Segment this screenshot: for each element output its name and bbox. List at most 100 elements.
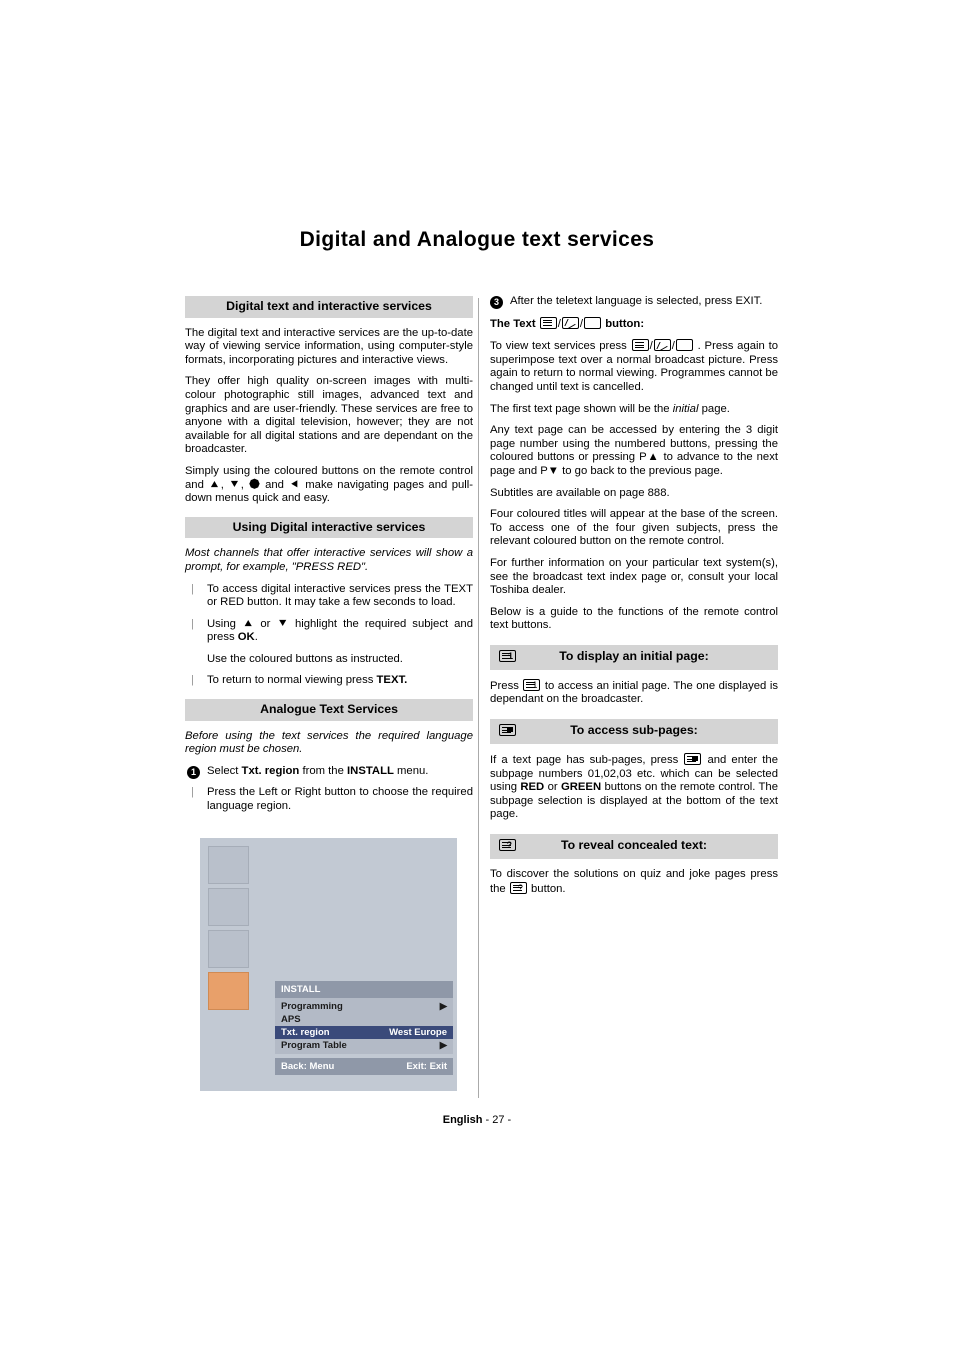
osd-footer-exit: Exit: Exit bbox=[406, 1061, 447, 1072]
list-item-return-normal: | To return to normal viewing press TEXT… bbox=[185, 674, 473, 688]
step-2: | Press the Left or Right button to choo… bbox=[185, 786, 473, 813]
document-page: Digital and Analogue text services Digit… bbox=[0, 0, 954, 1350]
paragraph-view-text-services: To view text services press / / . Press a… bbox=[490, 339, 778, 393]
osd-row-txt-region[interactable]: Txt. region West Europe bbox=[275, 1026, 453, 1039]
tools-icon bbox=[208, 930, 249, 968]
step-2-text: Press the Left or Right button to choose… bbox=[207, 786, 473, 813]
nav-text-mid: and bbox=[265, 478, 284, 491]
para-first-post: page. bbox=[701, 402, 730, 415]
osd-row-label: Programming bbox=[281, 1001, 343, 1012]
paragraph-initial-page: Press to access an initial page. The one… bbox=[490, 678, 778, 707]
column-divider bbox=[478, 298, 479, 1098]
osd-row-aps[interactable]: APS bbox=[275, 1013, 453, 1026]
paragraph-using-digital-intro: Most channels that offer interactive ser… bbox=[185, 547, 473, 573]
section-heading-sub-pages-label: To access sub-pages: bbox=[570, 723, 698, 738]
list-bullet-icon: | bbox=[191, 617, 194, 630]
osd-menu-rows: Programming ▶ APS Txt. region West Europ… bbox=[275, 998, 453, 1054]
osd-row-label: Program Table bbox=[281, 1040, 347, 1051]
list-item-using-ok: OK bbox=[237, 631, 255, 644]
sub-pages-body-pre: If a text page has sub-pages, press bbox=[490, 754, 679, 767]
step-number-3-icon: 3 bbox=[490, 294, 504, 309]
paragraph-analogue-intro: Before using the text services the requi… bbox=[185, 729, 473, 756]
list-item-using-highlight: | Using ⯅ or ⯆ highlight the required su… bbox=[191, 616, 473, 644]
arrow-up-icon: ⯅ bbox=[209, 477, 220, 493]
osd-menu-title: INSTALL bbox=[275, 981, 453, 998]
page-footer: English - 27 - bbox=[0, 1114, 954, 1126]
list-item-access-digital: | To access digital interactive services… bbox=[185, 583, 473, 610]
list-item-using-or: or bbox=[260, 617, 271, 630]
footer-language: English bbox=[442, 1114, 483, 1126]
arrow-up-icon: ⯅ bbox=[242, 616, 254, 632]
text-mix-key-icon bbox=[561, 316, 579, 329]
paragraph-navigation: Simply using the coloured buttons on the… bbox=[185, 464, 474, 505]
reveal-text-key-icon bbox=[509, 881, 527, 895]
paragraph-coloured-titles: Four coloured titles will appear at the … bbox=[490, 508, 778, 548]
page-title: Digital and Analogue text services bbox=[299, 228, 655, 251]
osd-row-value: ▶ bbox=[439, 1001, 447, 1012]
section-heading-initial-page: To display an initial page: bbox=[490, 644, 778, 670]
list-item-coloured-buttons-text: Use the coloured buttons as instructed. bbox=[207, 652, 403, 665]
osd-row-label: APS bbox=[281, 1014, 301, 1025]
list-bullet-icon: | bbox=[191, 582, 194, 595]
nav-text-after: make navigating pages and pull-down menu… bbox=[185, 478, 474, 505]
osd-row-label: Txt. region bbox=[281, 1027, 330, 1038]
tv-osd-screenshot: INSTALL Programming ▶ APS Txt. region We… bbox=[200, 838, 457, 1091]
list-item-return-pre: To return to normal viewing press bbox=[207, 674, 374, 687]
right-column: 3 After the teletext language is selecte… bbox=[490, 295, 778, 904]
initial-page-body-pre: Press bbox=[490, 679, 519, 692]
text-button-heading-post: button: bbox=[605, 317, 645, 330]
section-heading-using-digital: Using Digital interactive services bbox=[185, 515, 473, 539]
section-heading-sub-pages: To access sub-pages: bbox=[490, 719, 778, 745]
text-lines-key-icon bbox=[631, 339, 649, 352]
osd-row-program-table[interactable]: Program Table ▶ bbox=[275, 1039, 453, 1052]
step-1-post: menu. bbox=[397, 764, 429, 777]
osd-menu: INSTALL Programming ▶ APS Txt. region We… bbox=[275, 981, 453, 1075]
footer-page-number: - 27 - bbox=[485, 1114, 512, 1126]
left-column: Digital text and interactive services Th… bbox=[185, 295, 473, 822]
arrow-down-icon: ⯆ bbox=[229, 477, 240, 493]
arrow-down-icon: ⯆ bbox=[277, 616, 288, 632]
initial-page-key-icon bbox=[523, 678, 541, 692]
sub-pages-red-label: RED bbox=[520, 781, 545, 794]
step-1: 1 Select Txt. region from the INSTALL me… bbox=[185, 765, 473, 779]
paragraph-guide-below: Below is a guide to the functions of the… bbox=[490, 605, 778, 632]
para-view-pre: To view text services press bbox=[490, 340, 627, 353]
section-heading-digital-text: Digital text and interactive services bbox=[185, 295, 473, 318]
paragraph-digital-text-2: They offer high quality on-screen images… bbox=[185, 375, 473, 456]
channel-install-icon bbox=[208, 972, 249, 1010]
paragraph-further-info: For further information on your particul… bbox=[490, 556, 778, 597]
sub-pages-green-label: GREEN bbox=[560, 781, 602, 794]
step-1-pre: Select bbox=[207, 764, 239, 777]
step-number-1-icon: 1 bbox=[187, 764, 201, 779]
section-heading-initial-page-label: To display an initial page: bbox=[559, 648, 709, 663]
paragraph-page-access: Any text page can be accessed by enterin… bbox=[490, 424, 778, 477]
step-3-text: After the teletext language is selected,… bbox=[510, 295, 763, 307]
step-1-mid: from the bbox=[302, 764, 344, 777]
osd-menu-footer: Back: Menu Exit: Exit bbox=[275, 1058, 453, 1075]
para-first-pre: The first text page shown will be the bbox=[490, 402, 670, 415]
text-mix-key-icon bbox=[653, 339, 671, 352]
list-item-using-pre: Using bbox=[207, 617, 236, 630]
paragraph-reveal-text: To discover the solutions on quiz and jo… bbox=[490, 868, 778, 896]
osd-footer-back: Back: Menu bbox=[281, 1061, 335, 1072]
list-item-access-digital-text: To access digital interactive services p… bbox=[207, 582, 473, 609]
osd-row-programming[interactable]: Programming ▶ bbox=[275, 1000, 453, 1013]
paragraph-digital-text-1: The digital text and interactive service… bbox=[185, 326, 473, 366]
para-first-italic: initial bbox=[672, 402, 699, 415]
text-button-heading: The Text / / button: bbox=[490, 316, 645, 330]
list-item-return-bold: TEXT. bbox=[376, 674, 408, 687]
step-3: 3 After the teletext language is selecte… bbox=[490, 295, 778, 309]
arrow-left-icon: ⯄ bbox=[249, 477, 260, 493]
arrow-right-icon: ⯇ bbox=[289, 477, 300, 493]
section-heading-reveal-text: To reveal concealed text: bbox=[490, 834, 778, 860]
text-off-key-icon bbox=[675, 339, 693, 352]
step-1-bold2: INSTALL bbox=[347, 764, 394, 777]
list-bullet-icon: | bbox=[191, 786, 194, 799]
section-heading-reveal-text-label: To reveal concealed text: bbox=[560, 838, 708, 853]
list-bullet-icon: | bbox=[191, 674, 194, 687]
step-1-bold1: Txt. region bbox=[241, 764, 300, 777]
osd-row-value: ▶ bbox=[439, 1040, 447, 1051]
text-off-key-icon bbox=[584, 316, 602, 329]
osd-row-value: West Europe bbox=[389, 1027, 447, 1038]
paragraph-subtitles: Subtitles are available on page 888. bbox=[490, 486, 670, 499]
